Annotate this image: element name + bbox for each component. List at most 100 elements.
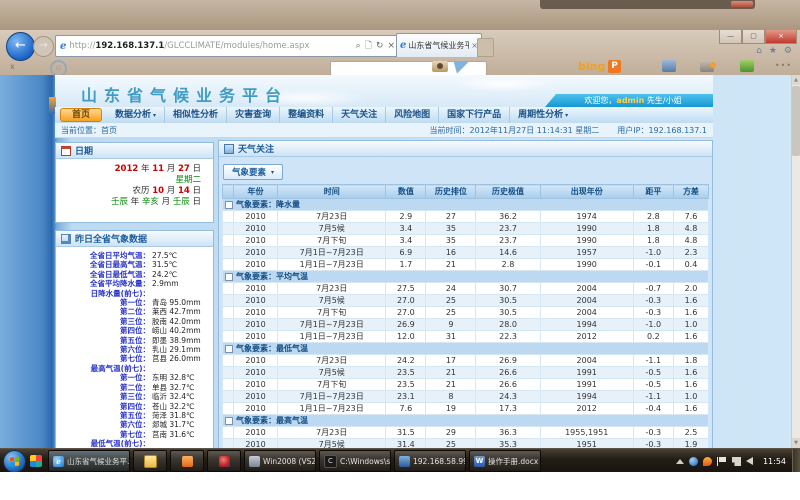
home-icon[interactable]: ⌂ [756,46,762,56]
table-cell: 2010 [234,319,278,331]
address-bar[interactable]: e http://192.168.137.1/GLCCLIMATE/module… [55,35,400,57]
nav-item[interactable]: 灾害查询 [226,107,279,123]
quick-launch-icon[interactable] [30,455,42,467]
show-desktop-button[interactable] [792,449,800,473]
close-button[interactable]: × [765,30,797,44]
taskbar-task-button[interactable]: Win2008 (VS2... [244,450,316,472]
rdp-icon [399,456,410,467]
search-icon[interactable]: ⌕ [356,41,361,51]
rank-label: 第四位： [56,326,150,335]
nav-item[interactable]: 整编资料 [279,107,332,123]
taskbar-pinned-app2-button[interactable] [207,450,241,472]
table-section-title: 气象要素：最低气温 [236,344,308,353]
favorites-star-icon[interactable]: ★ [769,46,777,56]
section-checkbox[interactable] [225,345,233,353]
table-cell: -0.4 [633,403,673,415]
table-cell: 19 [426,403,476,415]
table-cell: 1月1日~7月23日 [278,259,386,271]
taskbar-ie-window-button[interactable]: e 山东省气候业务平... [48,450,130,472]
table-cell: 2010 [234,235,278,247]
taskbar-clock[interactable]: 11:54 [757,457,792,466]
table-cell: -0.3 [633,295,673,307]
taskbar-task-button[interactable]: CC:\Windows\s... [319,450,391,472]
bing-logo[interactable]: bing [578,60,605,73]
table-cell: 30.7 [476,283,540,295]
taskbar: e 山东省气候业务平... Win2008 (VS2...CC:\Windows… [0,448,800,473]
url-text[interactable]: http://192.168.137.1/GLCCLIMATE/modules/… [69,41,352,51]
taskbar-explorer-button[interactable] [133,450,167,472]
nav-item[interactable]: 相似性分析 [164,107,226,123]
addon-puzzle-icon[interactable] [740,60,754,72]
table-cell: 2010 [234,211,278,223]
table-cell: 29 [426,427,476,439]
stop-icon[interactable]: × [387,41,395,51]
mail-icon[interactable] [662,60,676,72]
table-cell: 2012 [540,403,633,415]
toolbar-overflow-icon[interactable]: ••• [775,61,792,70]
user-ip-label: 用户IP：192.168.137.1 [617,125,707,136]
task-button-label: C:\Windows\s... [340,457,391,466]
vertical-scrollbar[interactable]: ▲ ▼ [791,75,800,448]
nav-item[interactable]: 首页 [60,108,102,122]
maximize-button[interactable]: ▢ [742,30,765,44]
table-cell: 1.7 [386,259,426,271]
notification-icon[interactable] [700,60,714,72]
element-filter-button[interactable]: 气象要素▾ [223,164,283,180]
minimize-button[interactable]: — [719,30,742,44]
row-checkbox-cell [223,391,234,403]
scroll-up-icon[interactable]: ▲ [792,75,800,85]
browser-tab[interactable]: e 山东省气候业务平... × [396,33,482,57]
nav-item[interactable]: 国家下行产品 [438,107,509,123]
nav-item[interactable]: 风险地图 [385,107,438,123]
table-section-row: 气象要素：降水量 [223,199,709,211]
rank-value: 莱西 42.7mm [150,307,201,316]
table-cell: 1951 [540,439,633,449]
scroll-down-icon[interactable]: ▼ [792,438,800,448]
ganzhi-value: 辛亥 [142,197,159,207]
network-icon[interactable] [732,457,741,466]
refresh-icon[interactable]: ↻ [376,41,384,51]
action-center-flag-icon[interactable] [717,457,727,466]
taskbar-task-button[interactable]: 192.168.58.99... [394,450,466,472]
back-button[interactable]: ← [6,32,35,61]
section-checkbox[interactable] [225,273,233,281]
scrollbar-thumb[interactable] [792,86,800,156]
bing-badge-icon[interactable]: P [608,60,621,73]
rank-label: 第七位： [56,430,150,439]
forward-button[interactable]: → [33,36,54,57]
screenshot-icon[interactable] [432,61,448,72]
nav-item[interactable]: 数据分析▾ [107,107,164,123]
compatibility-view-icon[interactable]: 🗋 [365,38,372,54]
tray-expand-icon[interactable] [676,459,684,464]
row-checkbox-cell [223,223,234,235]
nav-item[interactable]: 周期性分析▾ [509,107,576,123]
toolbar-close-icon[interactable]: x [10,62,15,71]
table-section-title: 气象要素：降水量 [236,200,300,209]
table-cell: 31.5 [386,427,426,439]
download-icon[interactable] [703,457,712,466]
ie-window-label: 山东省气候业务平... [67,456,130,467]
table-cell: 1990 [540,235,633,247]
volume-icon[interactable] [746,457,753,465]
calendar-panel: 日期 2012 年 11 月 27 日 星期二农历 10 月 14 日 壬辰 年… [55,142,214,223]
word-icon: W [474,456,485,467]
table-cell: 25 [426,307,476,319]
table-cell: -0.5 [633,379,673,391]
page-header: 山东省气候业务平台 欢迎您，admin 先生/小姐 [55,75,713,107]
new-tab-button[interactable] [477,38,494,57]
tools-gear-icon[interactable]: ⚙ [784,46,792,56]
taskbar-task-button[interactable]: W操作手册.docx ... [469,450,541,472]
weather-panel-body: 全省日平均气温：27.5℃全省日最高气温：31.5℃全省日最低气温：24.2℃全… [56,247,213,448]
start-button[interactable] [3,450,26,473]
table-cell: 26.6 [476,367,540,379]
ime-icon[interactable] [689,457,698,466]
taskbar-pinned-app1-button[interactable] [170,450,204,472]
stat-label: 全省平均降水量： [56,279,150,288]
stat-label: 全省日最低气温： [56,270,150,279]
calendar-weekday: 星期二 [56,175,201,186]
section-checkbox[interactable] [225,201,233,209]
section-checkbox[interactable] [225,417,233,425]
tab-title[interactable]: 山东省气候业务平... [408,40,469,51]
table-section-cell: 气象要素：降水量 [223,199,709,211]
nav-item[interactable]: 天气关注 [332,107,385,123]
